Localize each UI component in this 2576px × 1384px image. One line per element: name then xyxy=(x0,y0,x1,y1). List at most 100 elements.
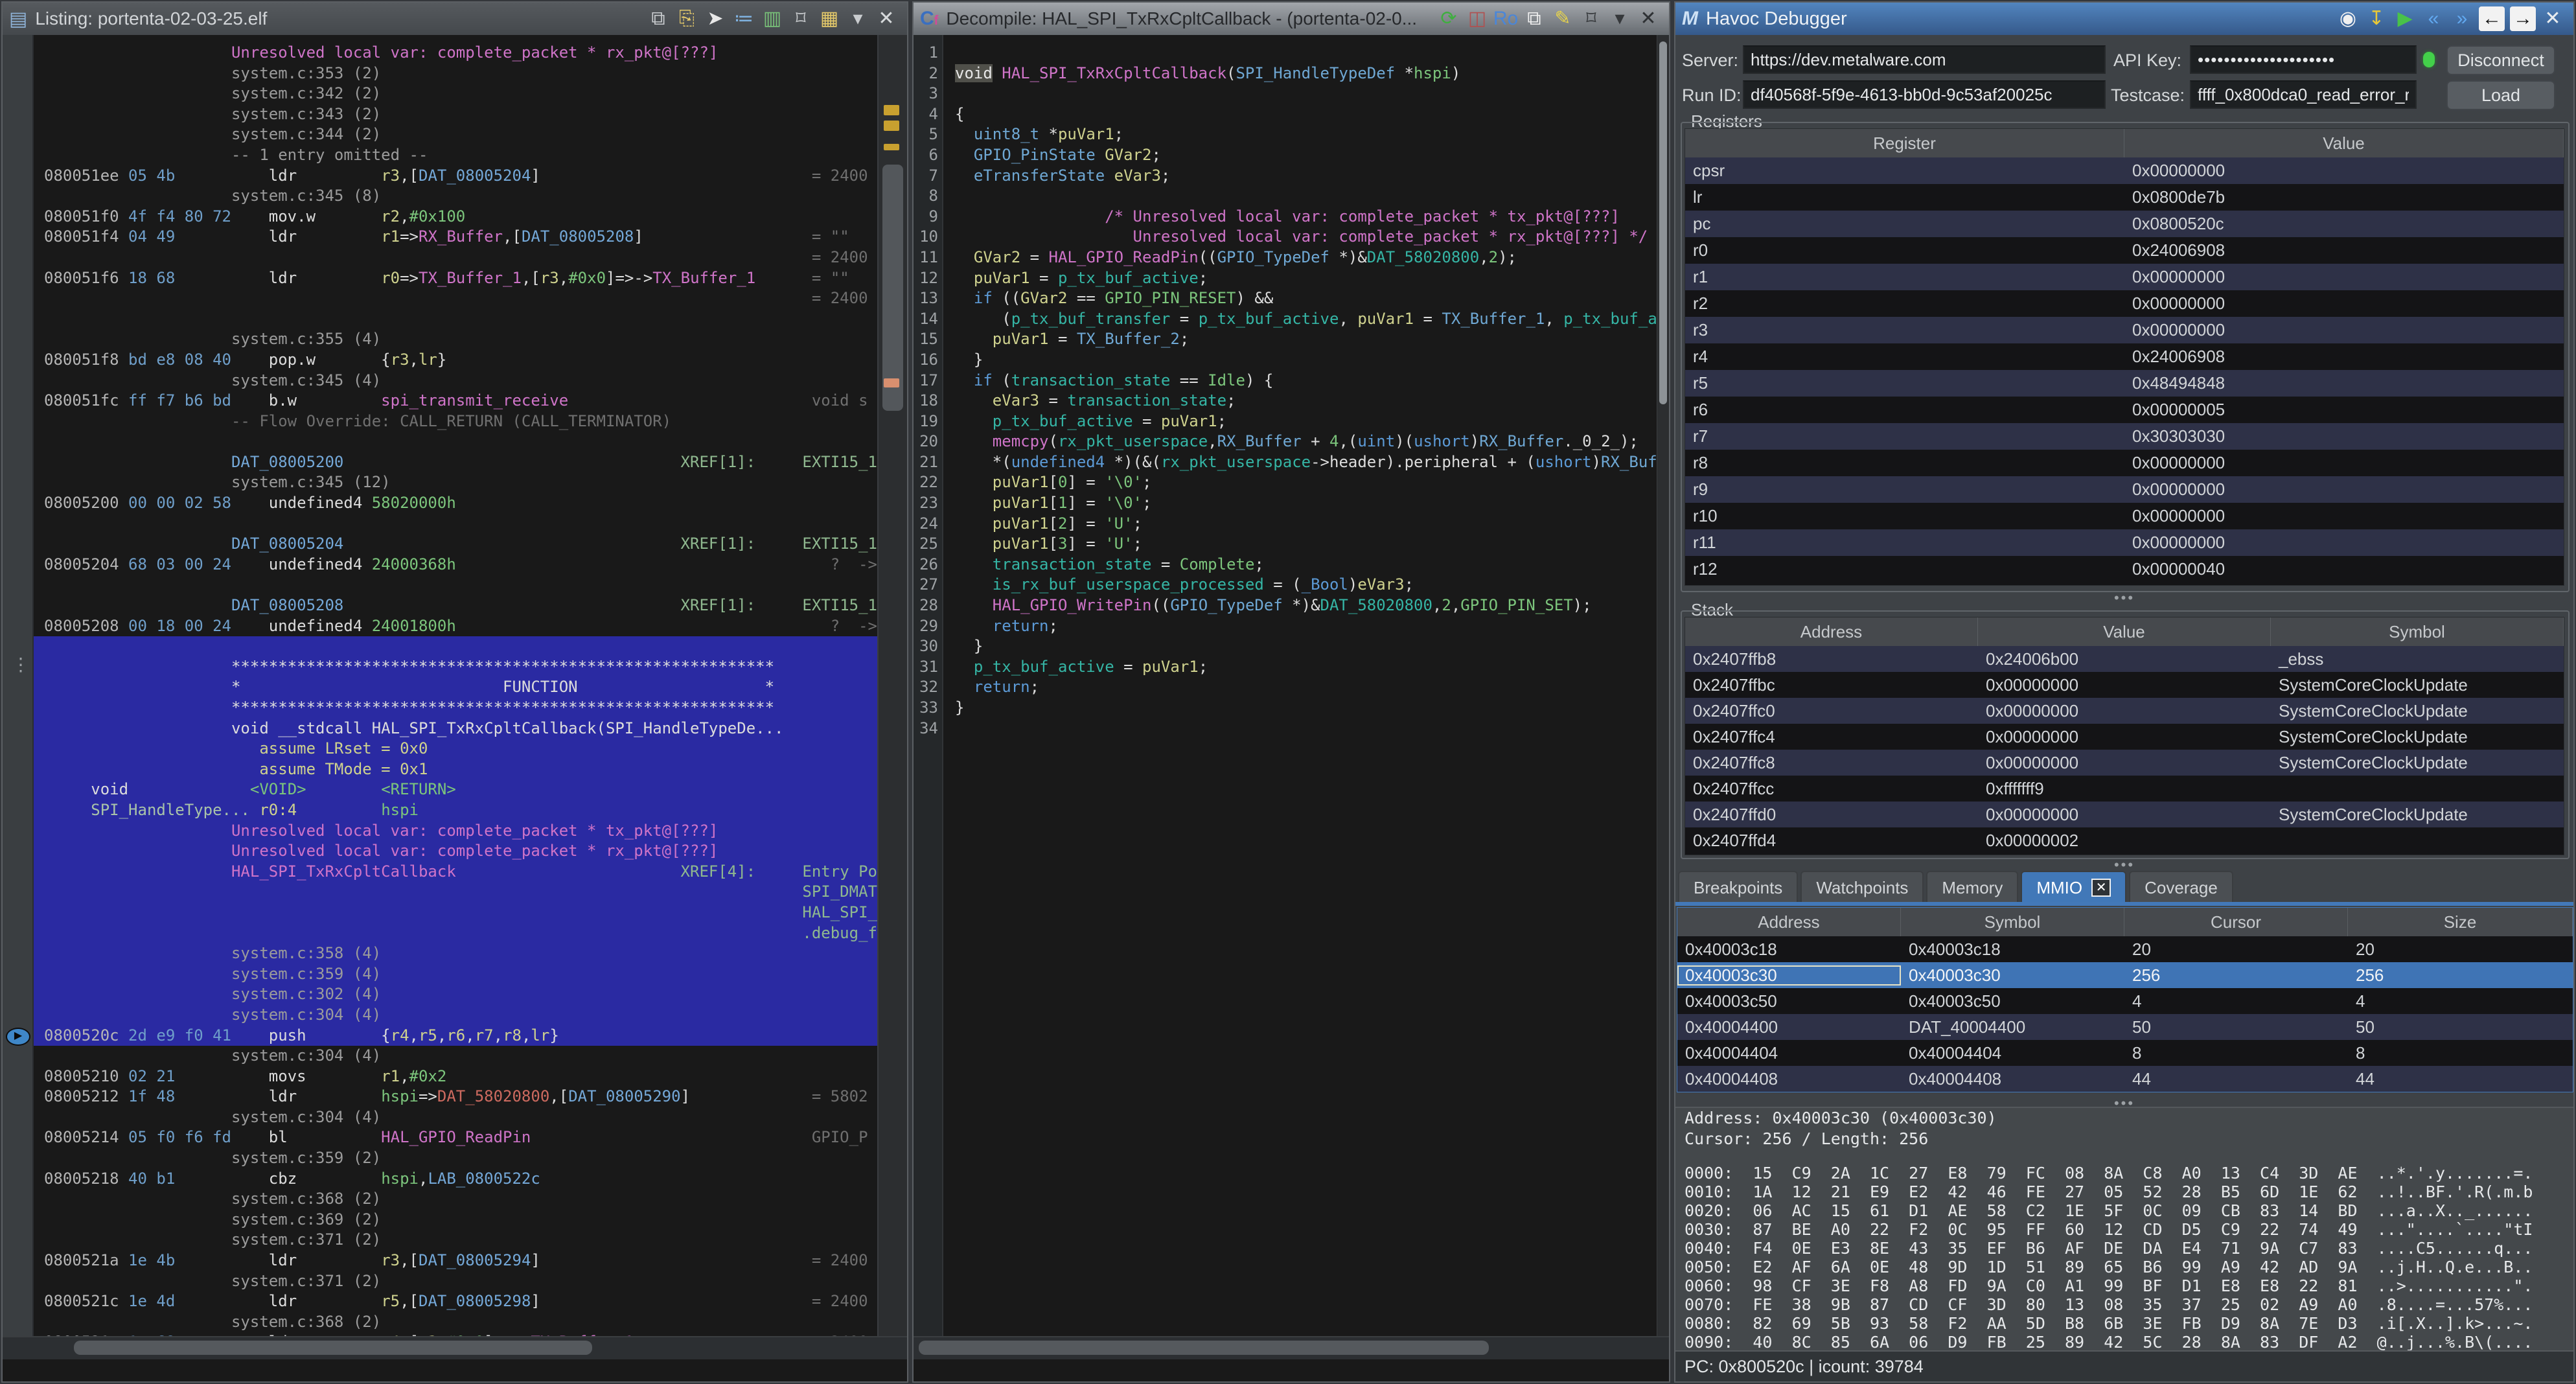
table-row[interactable]: r120x00000040 xyxy=(1685,556,2564,582)
column-header-cursor[interactable]: Cursor xyxy=(2124,908,2348,936)
dropdown-icon[interactable]: ▾ xyxy=(1605,5,1634,33)
step-icon[interactable]: ↧ xyxy=(2362,5,2391,33)
listing-line[interactable]: = 2400 xyxy=(34,288,879,309)
cursor-location-icon[interactable]: ➤ xyxy=(701,5,730,33)
decompile-line[interactable]: return; xyxy=(945,616,1657,637)
listing-line[interactable]: system.c:304 (4) xyxy=(34,1005,879,1026)
testcase-input[interactable] xyxy=(2190,80,2417,109)
scrollbar-thumb[interactable] xyxy=(74,1341,592,1355)
decompile-line[interactable]: puVar1 = p_tx_buf_active; xyxy=(945,268,1657,289)
record-icon[interactable]: ◉ xyxy=(2334,5,2362,33)
table-row[interactable]: r20x00000000 xyxy=(1685,290,2564,317)
table-row[interactable]: r40x24006908 xyxy=(1685,343,2564,370)
decompile-line[interactable]: puVar1[2] = 'U'; xyxy=(945,514,1657,535)
listing-line[interactable]: system.c:345 (4) xyxy=(34,371,879,391)
table-row[interactable]: r110x00000000 xyxy=(1685,529,2564,556)
listing-line[interactable]: 08005214 05 f0 f6 fd bl HAL_GPIO_ReadPin… xyxy=(34,1127,879,1148)
listing-line[interactable]: system.c:342 (2) xyxy=(34,84,879,104)
column-header-register[interactable]: Register xyxy=(1685,129,2124,157)
scrollbar-thumb[interactable] xyxy=(919,1341,1489,1355)
load-button[interactable]: Load xyxy=(2446,80,2555,110)
table-row[interactable]: r80x00000000 xyxy=(1685,450,2564,476)
listing-line[interactable]: SPI_HandleType... r0:4 hspi xyxy=(34,800,879,821)
diff-view-icon[interactable]: ▥ xyxy=(758,5,787,33)
snapshot-icon[interactable]: ⌑ xyxy=(787,5,815,33)
decompile-line[interactable] xyxy=(945,719,1657,739)
listing-line[interactable]: system.c:369 (2) xyxy=(34,1210,879,1230)
tab-breakpoints[interactable]: Breakpoints xyxy=(1678,871,1798,903)
tab-watchpoints[interactable]: Watchpoints xyxy=(1800,871,1924,903)
decompile-line[interactable]: puVar1[0] = '\0'; xyxy=(945,472,1657,493)
decompile-line[interactable]: p_tx_buf_active = puVar1; xyxy=(945,657,1657,678)
step-forward-icon[interactable]: → xyxy=(2510,6,2536,31)
listing-line[interactable]: system.c:302 (4) xyxy=(34,984,879,1005)
tab-close-icon[interactable]: ✕ xyxy=(2091,879,2111,897)
listing-line[interactable]: ****************************************… xyxy=(34,657,879,678)
listing-line[interactable]: system.c:371 (2) xyxy=(34,1230,879,1251)
close-icon[interactable]: ✕ xyxy=(872,5,901,33)
decompile-horizontal-scrollbar[interactable] xyxy=(914,1336,1669,1359)
listing-line[interactable]: assume TMode = 0x1 xyxy=(34,759,879,780)
listing-line[interactable]: DAT_08005208 XREF[1]: EXTI15_10_ xyxy=(34,595,879,616)
listing-line[interactable]: 08005208 00 18 00 24 undefined4 24001800… xyxy=(34,616,879,637)
listing-line[interactable]: assume LRset = 0x0 xyxy=(34,739,879,759)
decompile-line[interactable]: eTransferState eVar3; xyxy=(945,166,1657,187)
table-row[interactable]: 0x40003c180x40003c182020 xyxy=(1677,936,2573,962)
step-back-icon[interactable]: ← xyxy=(2479,6,2505,31)
decompile-line[interactable]: uint8_t *puVar1; xyxy=(945,124,1657,145)
listing-line[interactable]: system.c:371 (2) xyxy=(34,1271,879,1292)
column-header-value[interactable]: Value xyxy=(1978,617,2271,646)
decompile-line[interactable]: void HAL_SPI_TxRxCpltCallback(SPI_Handle… xyxy=(945,63,1657,84)
column-header-symbol[interactable]: Symbol xyxy=(1901,908,2124,936)
decompile-line[interactable]: { xyxy=(945,104,1657,125)
table-row[interactable]: r30x00000000 xyxy=(1685,317,2564,343)
decompile-line[interactable]: memcpy(rx_pkt_userspace,RX_Buffer + 4,(u… xyxy=(945,432,1657,452)
table-row[interactable]: lr0x0800de7b xyxy=(1685,184,2564,211)
listing-line[interactable]: DAT_08005204 XREF[1]: EXTI15_10_ xyxy=(34,534,879,555)
fast-forward-icon[interactable]: » xyxy=(2448,5,2476,33)
table-row[interactable]: 0x2407ffc40x00000000SystemCoreClockUpdat… xyxy=(1685,724,2564,750)
listing-line[interactable] xyxy=(34,309,879,330)
column-header-address[interactable]: Address xyxy=(1685,617,1978,646)
decompile-line[interactable]: p_tx_buf_active = puVar1; xyxy=(945,411,1657,432)
listing-code[interactable]: Unresolved local var: complete_packet * … xyxy=(34,35,879,1359)
graph-icon[interactable]: ◫ xyxy=(1463,5,1491,33)
listing-line[interactable]: system.c:344 (2) xyxy=(34,124,879,145)
decompile-line[interactable]: Unresolved local var: complete_packet * … xyxy=(945,227,1657,248)
table-row[interactable]: 0x2407ffb80x24006b00_ebss xyxy=(1685,646,2564,672)
listing-line[interactable]: DAT_08005200 XREF[1]: EXTI15_10_ xyxy=(34,452,879,473)
edit-fields-icon[interactable]: ≔ xyxy=(730,5,758,33)
listing-line[interactable]: void <VOID> <RETURN> xyxy=(34,779,879,800)
debugger-titlebar[interactable]: M Havoc Debugger ◉↧▶«»←→✕ xyxy=(1675,3,2573,35)
listing-line[interactable]: Unresolved local var: complete_packet * … xyxy=(34,821,879,842)
listing-line[interactable]: system.c:355 (4) xyxy=(34,329,879,350)
run-id-input[interactable] xyxy=(1743,80,2106,109)
decompile-line[interactable]: GPIO_PinState GVar2; xyxy=(945,145,1657,166)
listing-line[interactable]: .debug_fra xyxy=(34,923,879,944)
paste-icon[interactable]: ⎘ xyxy=(673,5,701,33)
decompile-line[interactable]: puVar1[1] = '\0'; xyxy=(945,493,1657,514)
decompile-line[interactable] xyxy=(945,43,1657,63)
table-row[interactable]: r90x00000000 xyxy=(1685,476,2564,503)
listing-line[interactable]: -- Flow Override: CALL_RETURN (CALL_TERM… xyxy=(34,411,879,432)
copy-icon[interactable]: ⧉ xyxy=(644,5,673,33)
decompile-line[interactable]: } xyxy=(945,350,1657,371)
table-row[interactable]: 0x40004400DAT_400044005050 xyxy=(1677,1014,2573,1040)
listing-line[interactable] xyxy=(34,575,879,595)
tab-mmio[interactable]: MMIO✕ xyxy=(2021,871,2126,903)
scrollbar-thumb[interactable] xyxy=(1659,41,1667,404)
listing-line[interactable]: HAL_SPI_I xyxy=(34,903,879,923)
copy-icon[interactable]: ⧉ xyxy=(1520,5,1548,33)
refresh-icon[interactable]: ⟳ xyxy=(1434,5,1463,33)
listing-line[interactable]: 080051f8 bd e8 08 40 pop.w {r3,lr} xyxy=(34,350,879,371)
listing-line[interactable]: Unresolved local var: complete_packet * … xyxy=(34,841,879,862)
listing-line[interactable]: system.c:359 (4) xyxy=(34,964,879,985)
decompile-line[interactable]: } xyxy=(945,698,1657,719)
table-row[interactable]: 0x2407ffbc0x00000000SystemCoreClockUpdat… xyxy=(1685,672,2564,698)
decompile-line[interactable]: GVar2 = HAL_GPIO_ReadPin((GPIO_TypeDef *… xyxy=(945,248,1657,268)
decompile-line[interactable]: HAL_GPIO_WritePin((GPIO_TypeDef *)&DAT_5… xyxy=(945,595,1657,616)
listing-line[interactable]: = 2400 xyxy=(34,248,879,268)
listing-vertical-scrollbar[interactable] xyxy=(877,35,907,1359)
decompile-line[interactable]: } xyxy=(945,636,1657,657)
decompile-titlebar[interactable]: Cf Decompile: HAL_SPI_TxRxCpltCallback -… xyxy=(914,3,1669,35)
